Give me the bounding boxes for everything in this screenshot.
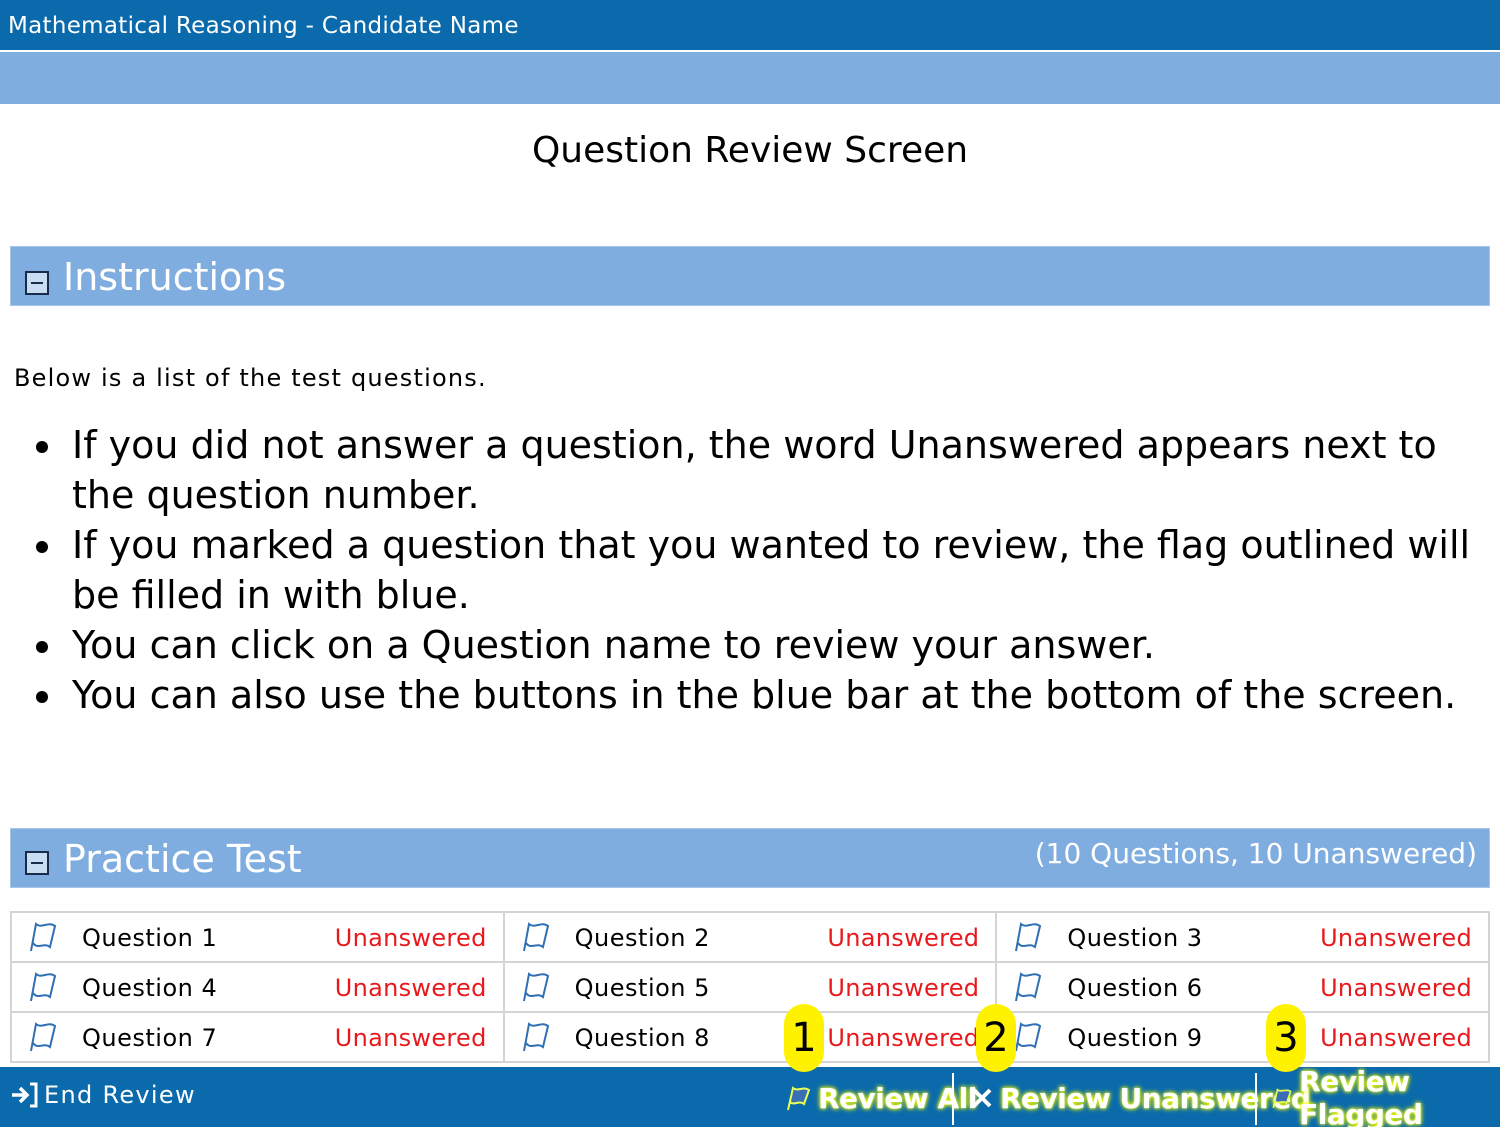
- question-cell-2[interactable]: Question 2 Unanswered: [505, 913, 996, 961]
- status-unanswered: Unanswered: [827, 924, 980, 952]
- question-cell-4[interactable]: Question 4 Unanswered: [12, 963, 503, 1011]
- flag-outline-icon[interactable]: [521, 921, 551, 953]
- question-link[interactable]: Question 4: [82, 974, 217, 1002]
- review-unanswered-label: Review Unanswered: [1000, 1081, 1311, 1115]
- callout-marker-2: 2: [976, 1004, 1016, 1072]
- flag-outline-icon[interactable]: [28, 971, 58, 1003]
- question-cell-6[interactable]: Question 6 Unanswered: [997, 963, 1488, 1011]
- table-row: Question 1 Unanswered Question 2 Unanswe…: [10, 911, 1490, 963]
- x-icon: [972, 1088, 992, 1108]
- question-link[interactable]: Question 8: [575, 1024, 710, 1052]
- question-cell-9[interactable]: Question 9 Unanswered: [997, 1013, 1488, 1061]
- review-all-button[interactable]: Review All: [784, 1075, 977, 1121]
- review-unanswered-button[interactable]: Review Unanswered: [970, 1075, 1311, 1121]
- question-cell-5[interactable]: Question 5 Unanswered: [505, 963, 996, 1011]
- review-flagged-button[interactable]: Review Flagged: [1270, 1065, 1500, 1127]
- separator: [1255, 1073, 1257, 1125]
- flag-outline-icon[interactable]: [521, 971, 551, 1003]
- question-cell-8[interactable]: Question 8 Unanswered: [505, 1013, 996, 1061]
- question-link[interactable]: Question 1: [82, 924, 217, 952]
- question-link[interactable]: Question 3: [1067, 924, 1202, 952]
- question-cell-1[interactable]: Question 1 Unanswered: [12, 913, 503, 961]
- flag-outline-icon[interactable]: [28, 1021, 58, 1053]
- instructions-list: If you did not answer a question, the wo…: [36, 420, 1482, 720]
- instructions-header[interactable]: Instructions: [10, 246, 1490, 306]
- practice-test-header[interactable]: Practice Test (10 Questions, 10 Unanswer…: [10, 828, 1490, 888]
- practice-test-summary: (10 Questions, 10 Unanswered): [1034, 837, 1477, 870]
- status-unanswered: Unanswered: [1320, 1024, 1472, 1052]
- minus-box-icon[interactable]: [25, 271, 49, 295]
- flag-outline-icon[interactable]: [1013, 1021, 1043, 1053]
- instructions-title: Instructions: [63, 255, 287, 299]
- minus-box-icon[interactable]: [25, 851, 49, 875]
- status-unanswered: Unanswered: [334, 924, 487, 952]
- status-unanswered: Unanswered: [827, 974, 980, 1002]
- exit-arrow-icon: [12, 1082, 38, 1108]
- instruction-item: If you marked a question that you wanted…: [36, 520, 1482, 620]
- table-row: Question 4 Unanswered Question 5 Unanswe…: [10, 961, 1490, 1013]
- review-flagged-label: Review Flagged: [1299, 1065, 1423, 1127]
- flag-outline-icon[interactable]: [28, 921, 58, 953]
- page-title: Question Review Screen: [531, 130, 969, 171]
- callout-marker-1: 1: [784, 1004, 824, 1072]
- status-unanswered: Unanswered: [1320, 974, 1472, 1002]
- end-review-button[interactable]: End Review: [10, 1081, 196, 1109]
- window-title: Mathematical Reasoning - Candidate Name: [0, 0, 1500, 50]
- question-link[interactable]: Question 7: [82, 1024, 217, 1052]
- status-unanswered: Unanswered: [827, 1024, 980, 1052]
- toolbar-band: [0, 52, 1500, 104]
- question-cell-3[interactable]: Question 3 Unanswered: [997, 913, 1488, 961]
- end-review-label: End Review: [44, 1081, 196, 1109]
- instruction-item: If you did not answer a question, the wo…: [36, 420, 1482, 520]
- question-link[interactable]: Question 6: [1067, 974, 1202, 1002]
- separator: [952, 1073, 954, 1125]
- instructions-intro: Below is a list of the test questions.: [14, 364, 487, 392]
- status-unanswered: Unanswered: [1320, 924, 1472, 952]
- question-link[interactable]: Question 2: [575, 924, 710, 952]
- status-unanswered: Unanswered: [334, 1024, 487, 1052]
- flag-outline-icon[interactable]: [1013, 921, 1043, 953]
- flag-icon: [1272, 1088, 1292, 1109]
- question-link[interactable]: Question 9: [1067, 1024, 1202, 1052]
- instruction-item: You can click on a Question name to revi…: [36, 620, 1482, 670]
- question-link[interactable]: Question 5: [575, 974, 710, 1002]
- callout-marker-3: 3: [1266, 1004, 1306, 1072]
- status-unanswered: Unanswered: [334, 974, 487, 1002]
- flag-outline-icon[interactable]: [521, 1021, 551, 1053]
- instruction-item: You can also use the buttons in the blue…: [36, 670, 1482, 720]
- flags-icon: [787, 1086, 811, 1111]
- question-cell-7[interactable]: Question 7 Unanswered: [12, 1013, 503, 1061]
- flag-outline-icon[interactable]: [1013, 971, 1043, 1003]
- bottom-bar: End Review Review All Review Unanswered …: [0, 1065, 1500, 1127]
- practice-test-title: Practice Test: [63, 837, 302, 881]
